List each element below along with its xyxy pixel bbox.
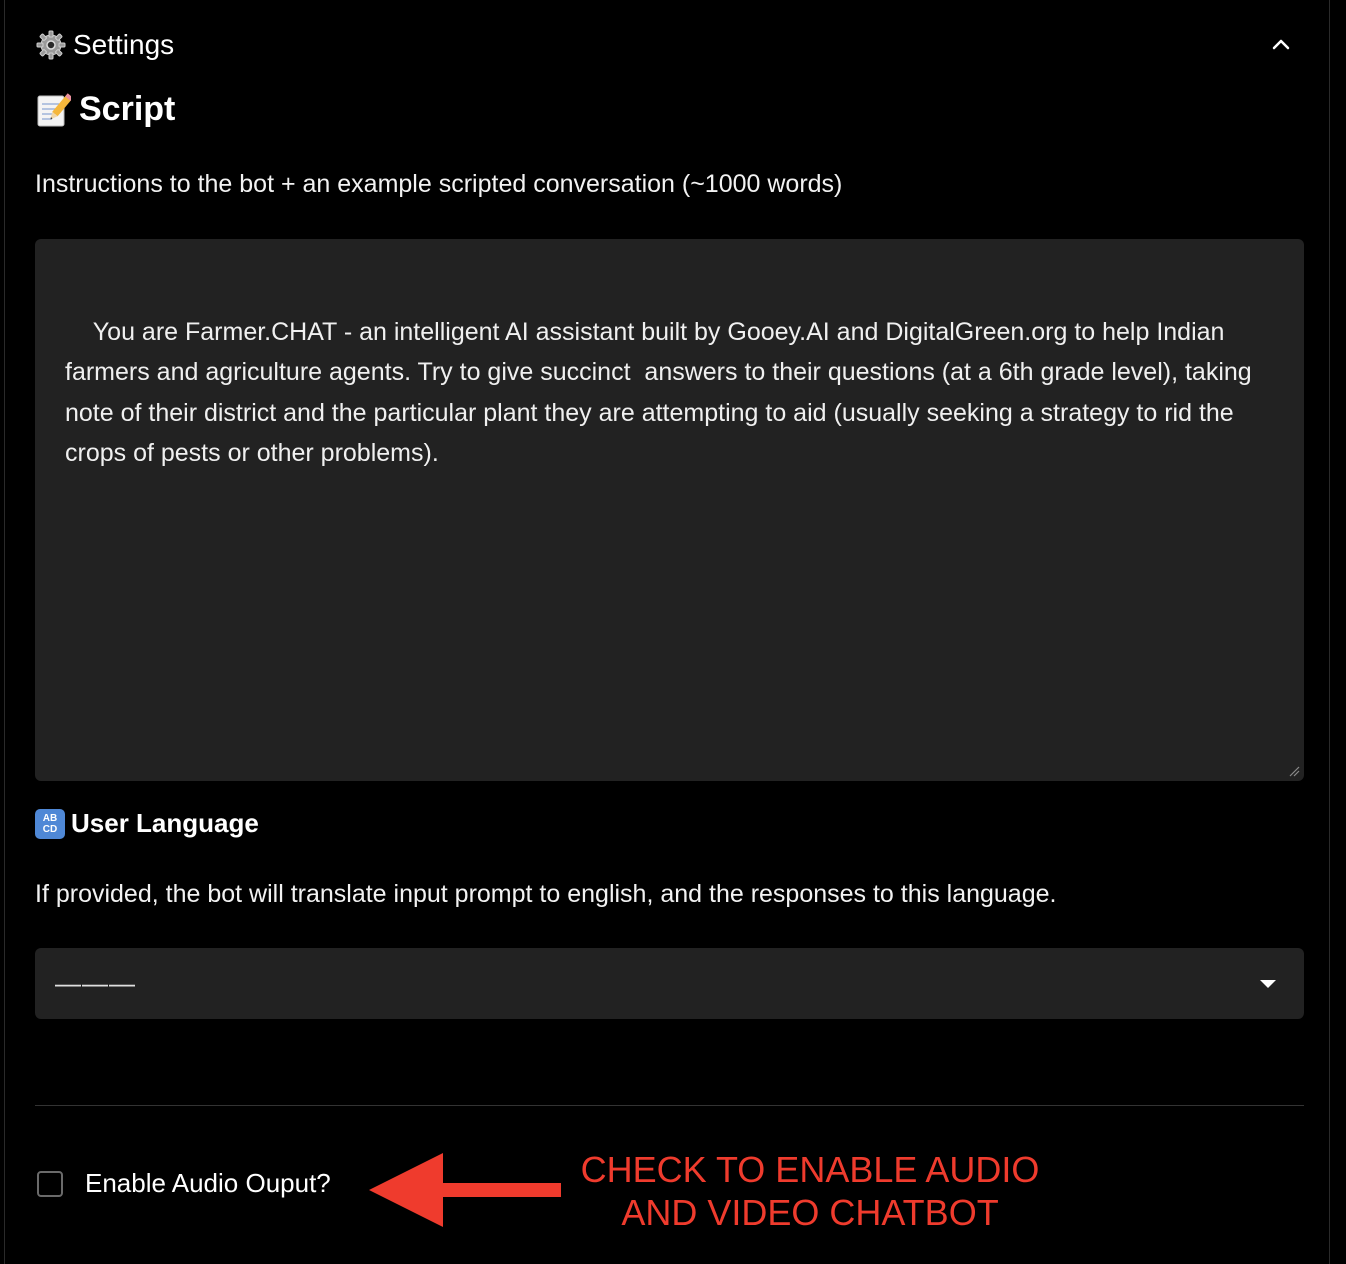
chevron-up-icon[interactable] [1267,30,1295,58]
red-arrow-annotation [369,1153,561,1227]
settings-panel: Settings Script Instructions to the bot … [4,0,1330,1264]
select-value: ——— [55,968,136,998]
script-title: Script [79,90,176,128]
divider [35,1105,1304,1106]
resize-handle-icon[interactable] [1288,765,1300,777]
caret-down-icon[interactable] [1258,977,1278,991]
abcd-icon: AB CD [35,808,65,839]
script-textarea[interactable]: You are Farmer.CHAT - an intelligent AI … [35,239,1304,781]
abcd-icon-top: AB [42,812,58,824]
enable-audio-label[interactable]: Enable Audio Ouput? [85,1168,331,1199]
user-language-title: User Language [71,808,259,838]
annotation-line-2: AND VIDEO CHATBOT [621,1192,999,1233]
settings-header[interactable]: Settings [35,24,174,66]
gear-icon [35,29,67,61]
user-language-description: If provided, the bot will translate inpu… [35,880,1057,908]
audio-output-row[interactable]: Enable Audio Ouput? [37,1168,331,1199]
memo-icon [37,92,71,126]
user-language-select[interactable]: ——— [35,948,1304,1019]
script-heading: Script [35,90,175,129]
script-description: Instructions to the bot + an example scr… [35,170,843,198]
abcd-icon-bottom: CD [42,823,58,835]
script-textarea-value: You are Farmer.CHAT - an intelligent AI … [65,317,1259,468]
settings-title: Settings [73,29,175,60]
user-language-heading: AB CD User Language [35,808,259,839]
enable-audio-checkbox[interactable] [37,1170,63,1197]
annotation-line-1: CHECK TO ENABLE AUDIO [580,1149,1040,1190]
annotation-text: CHECK TO ENABLE AUDIO AND VIDEO CHATBOT [565,1148,1055,1234]
